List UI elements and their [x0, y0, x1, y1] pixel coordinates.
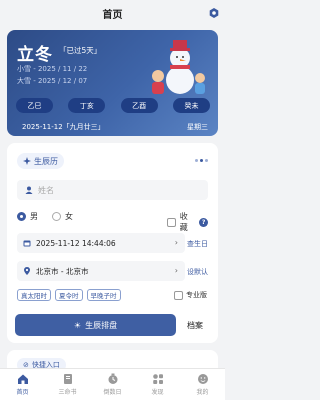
radio-checked-icon — [17, 212, 26, 221]
ganzhi-hour: 癸未 — [172, 98, 210, 113]
tab-countdown-label: 倒数日 — [103, 389, 122, 396]
gender-row: 男 女 收藏 ? — [17, 211, 208, 232]
tab-discover-label: 发现 — [151, 389, 164, 396]
tab-home-label: 首页 — [16, 389, 29, 396]
name-placeholder: 姓名 — [38, 185, 54, 195]
top-bar: 首页 — [0, 0, 225, 26]
time-options: 真太阳时 夏令时 早晚子时 — [17, 289, 121, 301]
birth-location-value: 北京市 - 北京市 — [36, 266, 89, 276]
option-true-solar-time[interactable]: 真太阳时 — [17, 289, 51, 301]
home-icon — [17, 374, 28, 384]
gender-female-radio[interactable]: 女 — [52, 211, 73, 222]
weekday: 星期三 — [187, 123, 208, 131]
option-early-late-zi[interactable]: 早晚子时 — [86, 289, 121, 301]
help-icon[interactable]: ? — [199, 217, 208, 227]
grid-icon — [152, 374, 163, 384]
archive-link[interactable]: 档案 — [187, 320, 203, 331]
generate-chart-label: 生辰排盘 — [85, 320, 118, 330]
more-dots-icon[interactable] — [195, 159, 208, 162]
pro-version-checkbox[interactable]: 专业版 — [174, 290, 207, 300]
check-birthday-link[interactable]: 查生日 — [187, 239, 208, 249]
settings-hex-icon[interactable] — [209, 8, 219, 18]
solar-term-card[interactable]: 立冬 「已过5天」 小雪 - 2025 / 11 / 22 大雪 - 2025 … — [7, 30, 218, 136]
gender-male-label: 男 — [30, 212, 38, 221]
checkbox-icon — [167, 217, 176, 227]
tab-label: 生辰历 — [34, 156, 58, 166]
radio-unchecked-icon — [52, 212, 61, 221]
favorite-label: 收藏 — [179, 212, 188, 232]
option-daylight-saving[interactable]: 夏令时 — [55, 289, 83, 301]
sparkle-icon — [23, 157, 31, 165]
birth-datetime-field[interactable]: 2025-11-12 14:44:06 › — [17, 233, 185, 253]
tab-profile[interactable]: 我的 — [180, 369, 225, 400]
tab-book-label: 三命书 — [58, 389, 77, 396]
tab-countdown[interactable]: 倒数日 — [90, 369, 135, 400]
gender-male-radio[interactable]: 男 — [17, 211, 38, 222]
chevron-right-icon: › — [174, 266, 178, 275]
bottom-tab-bar: 首页 三命书 倒数日 发现 我的 — [0, 368, 225, 400]
favorite-checkbox[interactable]: 收藏 ? — [167, 211, 208, 233]
chevron-right-icon: › — [174, 238, 178, 247]
ganzhi-year: 乙巳 — [16, 98, 53, 113]
birth-chart-form: 生辰历 姓名 男 女 收藏 ? 2025-11-12 14:44:06 › 查生… — [7, 143, 218, 343]
generate-chart-button[interactable]: ☀ 生辰排盘 — [15, 314, 176, 336]
tab-profile-label: 我的 — [196, 389, 209, 396]
solar-term-name: 立冬 — [17, 45, 53, 65]
tab-home[interactable]: 首页 — [0, 369, 45, 400]
calendar-icon — [23, 240, 31, 247]
book-icon — [63, 374, 72, 384]
gender-female-label: 女 — [65, 212, 73, 221]
page-title: 首页 — [102, 9, 123, 21]
person-icon — [25, 186, 33, 194]
tab-discover[interactable]: 发现 — [135, 369, 180, 400]
timer-icon — [108, 373, 117, 384]
set-default-link[interactable]: 设默认 — [187, 267, 208, 277]
name-input[interactable]: 姓名 — [17, 180, 208, 200]
ganzhi-day: 乙酉 — [120, 98, 158, 113]
checkbox-icon — [174, 290, 183, 300]
tab-book[interactable]: 三命书 — [45, 369, 90, 400]
next-term: 大雪 - 2025 / 12 / 07 — [17, 77, 88, 85]
location-pin-icon — [24, 267, 30, 275]
previous-term: 小雪 - 2025 / 11 / 22 — [17, 65, 88, 73]
birth-location-field[interactable]: 北京市 - 北京市 › — [17, 261, 185, 281]
solar-term-since: 「已过5天」 — [59, 46, 102, 55]
birth-datetime-value: 2025-11-12 14:44:06 — [36, 238, 116, 248]
sun-icon: ☀ — [73, 320, 82, 330]
user-icon — [197, 374, 208, 384]
ganzhi-month: 丁亥 — [68, 98, 106, 113]
pro-label: 专业版 — [186, 291, 207, 299]
tab-birth-calendar[interactable]: 生辰历 — [17, 153, 64, 169]
snowman-illustration — [152, 40, 205, 94]
ganzhi-row: 乙巳 丁亥 乙酉 癸未 — [16, 98, 210, 113]
current-date: 2025-11-12「九月廿三」 — [22, 123, 105, 131]
